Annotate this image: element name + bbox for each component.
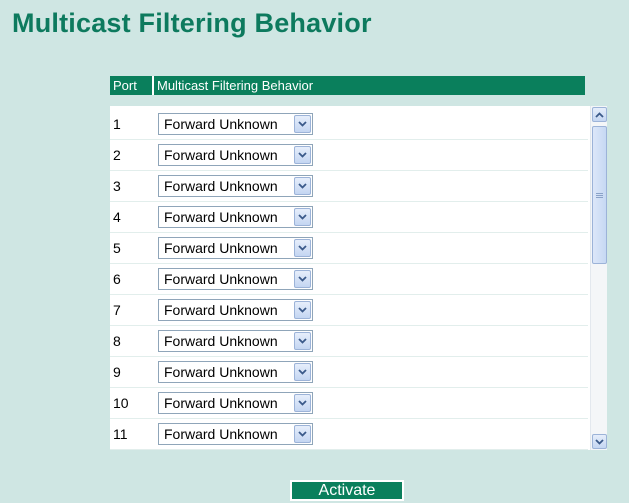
- behavior-select[interactable]: Forward Unknown: [158, 361, 313, 383]
- chevron-down-icon[interactable]: [294, 270, 311, 288]
- port-number: 1: [113, 116, 121, 132]
- chevron-down-icon[interactable]: [294, 425, 311, 443]
- table-row: 11 Forward Unknown: [110, 419, 588, 450]
- behavior-select-value: Forward Unknown: [164, 333, 278, 349]
- behavior-select-value: Forward Unknown: [164, 147, 278, 163]
- chevron-down-icon[interactable]: [294, 177, 311, 195]
- behavior-select-value: Forward Unknown: [164, 395, 278, 411]
- port-number: 11: [113, 426, 128, 442]
- table-row: 6 Forward Unknown: [110, 264, 588, 295]
- scroll-up-arrow-icon[interactable]: [592, 107, 607, 122]
- port-number: 7: [113, 302, 121, 318]
- port-number: 9: [113, 364, 121, 380]
- chevron-down-icon[interactable]: [294, 208, 311, 226]
- table-row: 9 Forward Unknown: [110, 357, 588, 388]
- chevron-down-icon[interactable]: [294, 239, 311, 257]
- port-number: 8: [113, 333, 121, 349]
- port-list-scroll-area[interactable]: 1 Forward Unknown 2 Forward Unknown 3 Forward…: [110, 106, 607, 450]
- behavior-select[interactable]: Forward Unknown: [158, 392, 313, 414]
- table-row: 5 Forward Unknown: [110, 233, 588, 264]
- column-header-behavior: Multicast Filtering Behavior: [157, 78, 314, 93]
- behavior-select-value: Forward Unknown: [164, 271, 278, 287]
- chevron-down-icon[interactable]: [294, 115, 311, 133]
- behavior-select-value: Forward Unknown: [164, 178, 278, 194]
- behavior-select[interactable]: Forward Unknown: [158, 144, 313, 166]
- table-row: 2 Forward Unknown: [110, 140, 588, 171]
- behavior-select[interactable]: Forward Unknown: [158, 299, 313, 321]
- scroll-down-arrow-icon[interactable]: [592, 434, 607, 449]
- table-row: 8 Forward Unknown: [110, 326, 588, 357]
- behavior-select[interactable]: Forward Unknown: [158, 175, 313, 197]
- chevron-down-icon[interactable]: [294, 394, 311, 412]
- behavior-select[interactable]: Forward Unknown: [158, 237, 313, 259]
- chevron-down-icon[interactable]: [294, 301, 311, 319]
- port-number: 2: [113, 147, 121, 163]
- behavior-select-value: Forward Unknown: [164, 364, 278, 380]
- chevron-down-icon[interactable]: [294, 363, 311, 381]
- table-row: 3 Forward Unknown: [110, 171, 588, 202]
- scrollbar-thumb[interactable]: [592, 126, 607, 264]
- behavior-select[interactable]: Forward Unknown: [158, 113, 313, 135]
- behavior-select-value: Forward Unknown: [164, 302, 278, 318]
- table-row: 4 Forward Unknown: [110, 202, 588, 233]
- behavior-select[interactable]: Forward Unknown: [158, 330, 313, 352]
- behavior-select-value: Forward Unknown: [164, 240, 278, 256]
- port-rows: 1 Forward Unknown 2 Forward Unknown 3 Forward…: [110, 109, 588, 450]
- behavior-select-value: Forward Unknown: [164, 209, 278, 225]
- chevron-down-icon[interactable]: [294, 146, 311, 164]
- activate-button[interactable]: Activate: [290, 480, 404, 501]
- table-row: 7 Forward Unknown: [110, 295, 588, 326]
- chevron-down-icon[interactable]: [294, 332, 311, 350]
- behavior-select[interactable]: Forward Unknown: [158, 206, 313, 228]
- behavior-select-value: Forward Unknown: [164, 426, 278, 442]
- port-number: 10: [113, 395, 129, 411]
- table-header: Port Multicast Filtering Behavior: [110, 76, 585, 95]
- page-title: Multicast Filtering Behavior: [12, 8, 372, 38]
- table-row: 1 Forward Unknown: [110, 109, 588, 140]
- vertical-scrollbar[interactable]: [590, 106, 607, 450]
- table-row: 10 Forward Unknown: [110, 388, 588, 419]
- behavior-select[interactable]: Forward Unknown: [158, 423, 313, 445]
- grip-icon: [596, 192, 603, 198]
- port-number: 4: [113, 209, 121, 225]
- port-number: 5: [113, 240, 121, 256]
- behavior-select[interactable]: Forward Unknown: [158, 268, 313, 290]
- port-number: 3: [113, 178, 121, 194]
- port-number: 6: [113, 271, 121, 287]
- behavior-select-value: Forward Unknown: [164, 116, 278, 132]
- column-header-port: Port: [110, 76, 154, 95]
